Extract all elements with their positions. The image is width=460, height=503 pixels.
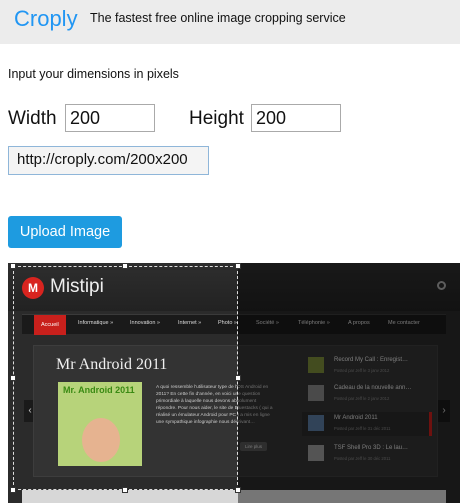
crop-handle[interactable] [122, 263, 128, 269]
crop-preview-image[interactable]: M Mistipi Accueil Informatique » Innovat… [8, 263, 460, 503]
crop-outside-shade [238, 263, 460, 503]
upload-image-button[interactable]: Upload Image [8, 216, 122, 248]
height-label: Height [189, 108, 244, 129]
height-input[interactable] [251, 104, 341, 132]
tagline: The fastest free online image cropping s… [90, 11, 346, 25]
crop-handle[interactable] [10, 263, 16, 269]
width-input[interactable] [65, 104, 155, 132]
croply-logo[interactable]: Croply [14, 6, 78, 32]
crop-handle[interactable] [235, 263, 241, 269]
dimensions-instruction: Input your dimensions in pixels [8, 67, 179, 81]
width-label: Width [8, 108, 57, 129]
crop-handle[interactable] [235, 487, 241, 493]
crop-handle[interactable] [122, 487, 128, 493]
crop-handle[interactable] [10, 487, 16, 493]
croply-url-field[interactable]: http://croply.com/200x200 [8, 146, 209, 175]
crop-selection-box[interactable] [13, 266, 238, 490]
app-header: Croply The fastest free online image cro… [0, 0, 460, 44]
crop-handle[interactable] [235, 375, 241, 381]
crop-handle[interactable] [10, 375, 16, 381]
